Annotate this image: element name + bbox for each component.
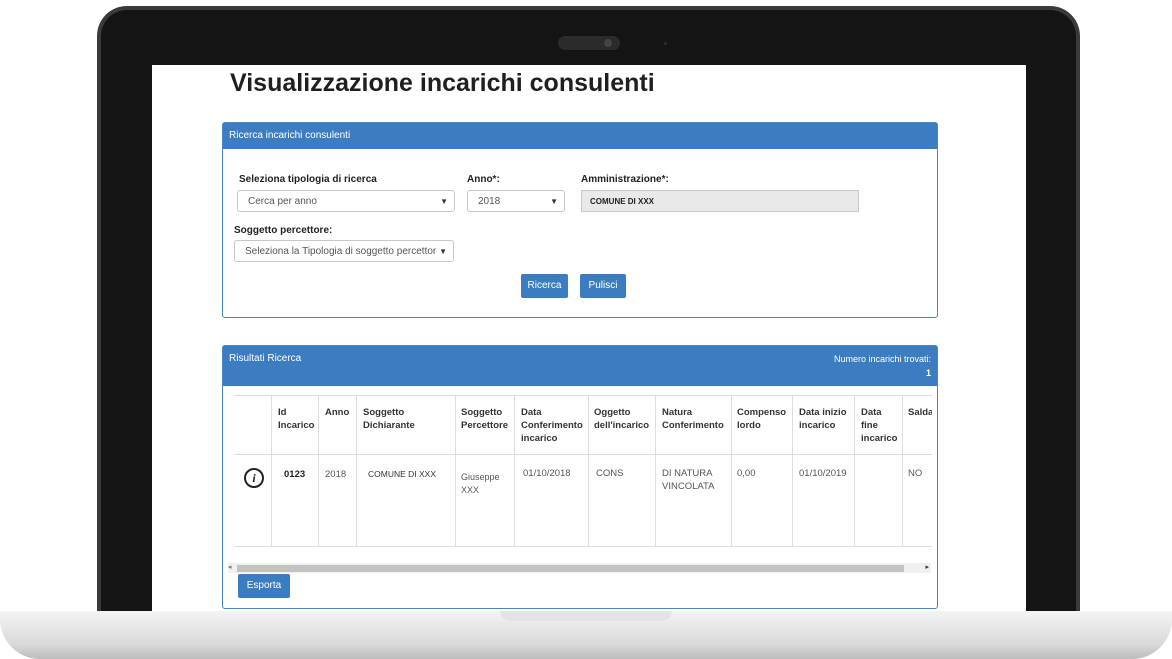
th-data-fine[interactable]: Data fine incarico — [861, 406, 901, 445]
th-percettore[interactable]: Soggetto Percettore — [461, 406, 511, 432]
horizontal-scrollbar[interactable]: ◂ ▸ — [228, 563, 931, 573]
search-panel: Ricerca incarichi consulenti Seleziona t… — [222, 122, 938, 318]
cell-data-conferimento: 01/10/2018 — [523, 468, 571, 479]
recipient-label: Soggetto percettore: — [234, 225, 333, 236]
info-icon[interactable]: i — [244, 468, 264, 488]
header-row-divider — [234, 454, 932, 455]
col-divider — [655, 396, 656, 546]
col-divider — [455, 396, 456, 546]
search-button[interactable]: Ricerca — [521, 274, 568, 298]
year-select[interactable]: 2018 ▼ — [467, 190, 565, 212]
col-divider — [902, 396, 903, 546]
results-count-value: 1 — [925, 368, 931, 378]
scroll-right-icon[interactable]: ▸ — [925, 563, 929, 571]
cell-anno: 2018 — [325, 469, 347, 480]
th-data-conferimento[interactable]: Data Conferimento incarico — [521, 406, 585, 445]
page-title: Visualizzazione incarichi consulenti — [230, 69, 655, 97]
scroll-left-icon[interactable]: ◂ — [228, 563, 232, 571]
results-count-label: Numero incarichi trovati: — [833, 354, 931, 364]
col-divider — [854, 396, 855, 546]
results-table: Id Incarico Anno Soggetto Dichiarante So… — [234, 395, 932, 547]
search-type-value: Cerca per anno — [248, 196, 317, 207]
recipient-value: Seleziona la Tipologia di soggetto perce… — [245, 246, 442, 257]
laptop-notch — [500, 611, 672, 621]
results-panel-header: Risultati Ricerca Numero incarichi trova… — [223, 346, 937, 386]
chevron-down-icon: ▼ — [440, 197, 448, 206]
cell-natura: DI NATURA VINCOLATA — [662, 468, 715, 492]
admin-field: COMUNE DI XXX — [581, 190, 859, 212]
cell-compenso: 0,00 — [737, 468, 756, 479]
admin-label: Amministrazione*: — [581, 174, 669, 185]
col-divider — [318, 396, 319, 546]
scrollbar-thumb[interactable] — [237, 565, 904, 572]
search-type-select[interactable]: Cerca per anno ▼ — [237, 190, 455, 212]
col-divider — [731, 396, 732, 546]
th-saldato[interactable]: Saldato — [908, 406, 932, 419]
col-divider — [588, 396, 589, 546]
screen: Visualizzazione incarichi consulenti Ric… — [152, 65, 1026, 611]
export-button[interactable]: Esporta — [238, 574, 290, 598]
th-dichiarante[interactable]: Soggetto Dichiarante — [363, 406, 451, 432]
results-count: Numero incarichi trovati: 1 — [834, 352, 931, 380]
col-divider — [514, 396, 515, 546]
sensor-dot — [664, 42, 667, 45]
cell-saldato: NO — [908, 468, 923, 479]
th-anno[interactable]: Anno — [325, 406, 349, 419]
results-panel: Risultati Ricerca Numero incarichi trova… — [222, 345, 938, 609]
year-label: Anno*: — [467, 174, 500, 185]
th-oggetto[interactable]: Oggetto dell'incarico — [594, 406, 654, 432]
year-value: 2018 — [478, 196, 501, 207]
cell-oggetto: CONS — [596, 468, 624, 479]
cell-data-inizio: 01/10/2019 — [799, 468, 847, 479]
cell-dichiarante: COMUNE DI XXX — [368, 469, 437, 479]
col-divider — [356, 396, 357, 546]
th-natura[interactable]: Natura Conferimento — [662, 406, 728, 432]
col-divider — [271, 396, 272, 546]
cell-percettore: Giuseppe XXX — [461, 472, 500, 495]
camera-icon — [604, 39, 612, 47]
th-data-inizio[interactable]: Data inizio incarico — [799, 406, 851, 432]
chevron-down-icon: ▼ — [436, 241, 447, 261]
th-id[interactable]: Id Incarico — [278, 406, 316, 432]
chevron-down-icon: ▼ — [550, 197, 558, 206]
clear-button[interactable]: Pulisci — [580, 274, 626, 298]
th-compenso[interactable]: Compenso lordo — [737, 406, 789, 432]
search-type-label: Seleziona tipologia di ricerca — [239, 174, 377, 185]
col-divider — [792, 396, 793, 546]
search-panel-header: Ricerca incarichi consulenti — [223, 123, 937, 149]
results-header-title: Risultati Ricerca — [229, 353, 302, 364]
recipient-select[interactable]: Seleziona la Tipologia di soggetto perce… — [234, 240, 454, 262]
cell-id: 0123 — [284, 469, 306, 480]
